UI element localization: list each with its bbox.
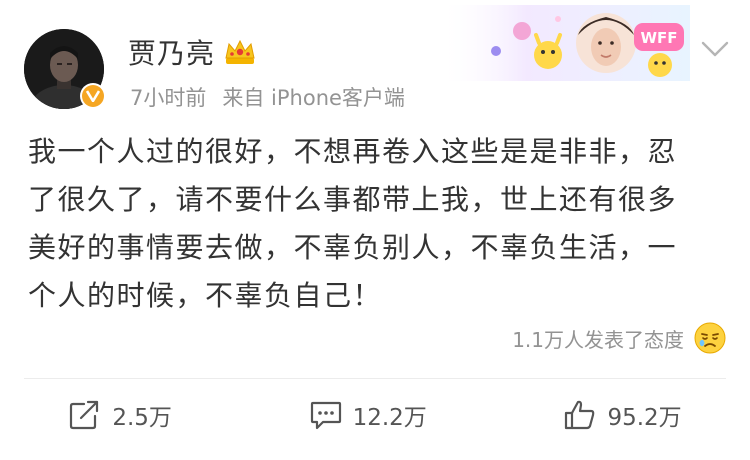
reactions-summary[interactable]: 1.1万人发表了态度	[512, 320, 726, 356]
author-name[interactable]: 贾乃亮	[128, 32, 215, 72]
chevron-down-icon[interactable]	[700, 39, 730, 59]
action-bar: 2.5万 12.2万 95.2万	[0, 385, 750, 445]
verified-v-icon	[86, 90, 100, 102]
weibo-post: 贾乃亮 7小时前 来自 iPhone客户端 WFF 我一个人过的很好，不想再卷入…	[0, 0, 750, 460]
verified-badge	[80, 83, 106, 109]
reactions-count: 1.1万人发表了态度	[512, 327, 684, 352]
post-time: 7小时前	[130, 86, 207, 110]
card-decoration-banner: WFF	[438, 5, 690, 81]
post-source: 来自 iPhone客户端	[222, 86, 405, 110]
post-meta: 7小时前 来自 iPhone客户端	[130, 82, 405, 112]
comment-count: 12.2万	[352, 405, 427, 431]
post-body-line: 我一个人过的很好，不想再卷入这些是是非非，忍	[28, 135, 678, 168]
crown-icon[interactable]	[224, 38, 256, 66]
repost-icon	[70, 400, 99, 430]
svg-text:WFF: WFF	[640, 29, 677, 47]
post-body-line: 美好的事情要去做，不辜负别人，不辜负生活，一	[28, 231, 678, 264]
post-body-line: 了很久了，请不要什么事都带上我，世上还有很多	[28, 183, 678, 216]
repost-button[interactable]: 2.5万	[54, 390, 186, 440]
divider	[24, 378, 726, 379]
like-count: 95.2万	[607, 405, 682, 431]
author-avatar[interactable]	[24, 29, 106, 109]
post-body: 我一个人过的很好，不想再卷入这些是是非非，忍 了很久了，请不要什么事都带上我，世…	[28, 128, 728, 320]
like-button[interactable]: 95.2万	[549, 390, 695, 440]
thumbs-up-icon	[565, 400, 595, 430]
comment-button[interactable]: 12.2万	[295, 390, 441, 440]
repost-count: 2.5万	[112, 405, 172, 431]
sad-face-icon	[694, 322, 726, 354]
post-body-line: 个人的时候，不辜负自己！	[28, 279, 383, 312]
author-name-row: 贾乃亮	[128, 33, 256, 71]
comment-icon	[310, 401, 341, 430]
